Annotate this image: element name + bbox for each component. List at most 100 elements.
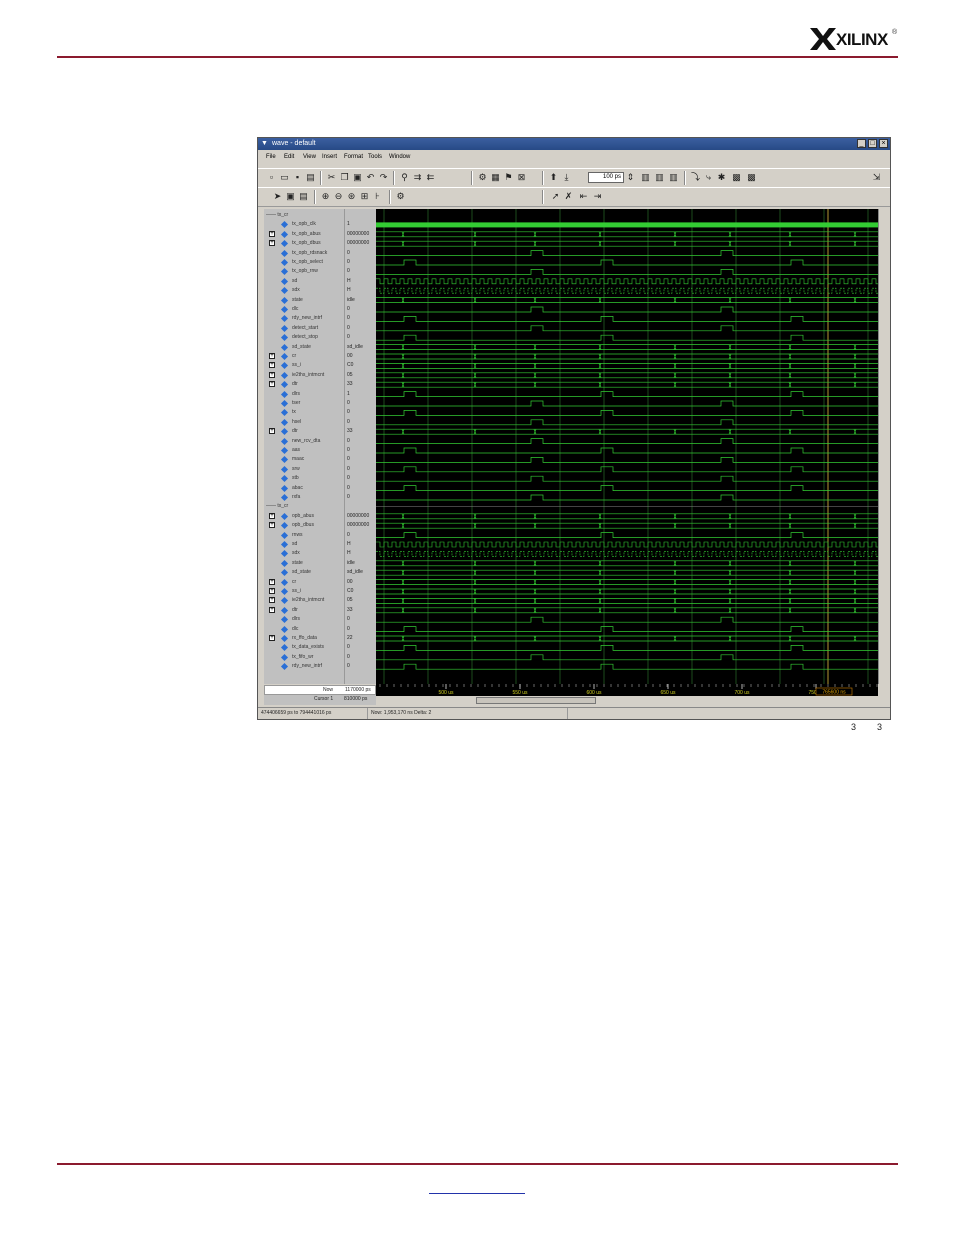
continue-icon[interactable]: ▥ bbox=[654, 172, 665, 183]
signal-row[interactable]: tx_opb_rnw bbox=[264, 267, 344, 276]
print-icon[interactable]: ▤ bbox=[305, 172, 316, 183]
find-prev-icon[interactable]: ⇇ bbox=[425, 172, 436, 183]
horizontal-scrollbar[interactable] bbox=[376, 696, 878, 706]
grid-icon[interactable]: ▦ bbox=[490, 172, 501, 183]
signal-row[interactable]: dlrs bbox=[264, 390, 344, 399]
signal-row[interactable]: rxfa bbox=[264, 493, 344, 502]
expand-icon[interactable]: + bbox=[269, 353, 275, 359]
signal-row[interactable]: + dtr bbox=[264, 606, 344, 615]
signal-row[interactable]: + tx_opb_dbus bbox=[264, 239, 344, 248]
step-icon[interactable]: ⤵ bbox=[690, 172, 701, 183]
signal-row[interactable]: aas bbox=[264, 446, 344, 455]
new-file-icon[interactable]: ▫ bbox=[266, 172, 277, 183]
signal-row[interactable]: sdx bbox=[264, 549, 344, 558]
find-next-icon[interactable]: ⇉ bbox=[412, 172, 423, 183]
signal-row[interactable]: + dtr bbox=[264, 380, 344, 389]
menu-file[interactable]: File bbox=[266, 151, 276, 163]
paste-icon[interactable]: ▣ bbox=[352, 172, 363, 183]
menu-format[interactable]: Format bbox=[344, 151, 363, 163]
signal-row[interactable]: + rx_ffo_data bbox=[264, 634, 344, 643]
profile-icon[interactable]: ▩ bbox=[731, 172, 742, 183]
dataflow-icon[interactable]: ⚙ bbox=[395, 191, 406, 202]
expand-icon[interactable]: + bbox=[269, 588, 275, 594]
signal-row[interactable]: sd bbox=[264, 540, 344, 549]
signal-row[interactable]: + ie2ths_intmcnt bbox=[264, 371, 344, 380]
signal-row[interactable]: sd_state bbox=[264, 343, 344, 352]
signal-row[interactable]: + ss_i bbox=[264, 361, 344, 370]
expand-icon[interactable]: + bbox=[269, 362, 275, 369]
run-all-icon[interactable]: ▥ bbox=[640, 172, 651, 183]
close-button[interactable]: × bbox=[879, 139, 888, 148]
signal-row[interactable]: + opb_dbus bbox=[264, 521, 344, 530]
menu-insert[interactable]: Insert bbox=[322, 151, 337, 163]
signal-row[interactable]: tx_opb_clk bbox=[264, 220, 344, 229]
signal-row[interactable]: + ie2ths_intmcnt bbox=[264, 596, 344, 605]
redo-icon[interactable]: ↷ bbox=[378, 172, 389, 183]
signal-row[interactable]: tx_opb_rdsnack bbox=[264, 249, 344, 258]
expand-icon[interactable]: + bbox=[269, 635, 275, 641]
signal-row[interactable]: srw bbox=[264, 465, 344, 474]
add-cursor-icon[interactable]: ➚ bbox=[550, 191, 561, 202]
signal-row[interactable]: sdx bbox=[264, 286, 344, 295]
run-icon[interactable]: ⤓ bbox=[561, 172, 572, 183]
minimize-button[interactable]: _ bbox=[857, 139, 866, 148]
signal-row[interactable]: + cr bbox=[264, 578, 344, 587]
signal-row[interactable]: abac bbox=[264, 484, 344, 493]
zoom-full-icon[interactable]: ⊛ bbox=[346, 191, 357, 202]
coverage-icon[interactable]: ▩ bbox=[746, 172, 757, 183]
step-over-icon[interactable]: ⤷ bbox=[703, 172, 714, 183]
undo-icon[interactable]: ↶ bbox=[365, 172, 376, 183]
menu-edit[interactable]: Edit bbox=[284, 151, 294, 163]
compile-icon[interactable]: ⚙ bbox=[477, 172, 488, 183]
window-menu-icon[interactable]: ▼ bbox=[261, 140, 268, 147]
signal-row[interactable]: tx bbox=[264, 408, 344, 417]
signal-row[interactable]: rdy_new_intrf bbox=[264, 662, 344, 671]
expand-icon[interactable]: + bbox=[269, 522, 275, 529]
signal-row[interactable]: detect_stop bbox=[264, 333, 344, 342]
signal-row[interactable]: sd_state bbox=[264, 568, 344, 577]
menu-window[interactable]: Window bbox=[389, 151, 410, 163]
signal-row[interactable]: hsel bbox=[264, 418, 344, 427]
run-length-input[interactable]: 100 ps bbox=[588, 172, 624, 183]
expand-icon[interactable]: + bbox=[269, 240, 275, 247]
expand-icon[interactable]: + bbox=[269, 230, 275, 237]
restart-icon[interactable]: ✱ bbox=[716, 172, 727, 183]
open-folder-icon[interactable]: ▭ bbox=[279, 172, 290, 183]
signal-row[interactable]: dlrs bbox=[264, 615, 344, 624]
copy-icon[interactable]: ❐ bbox=[339, 172, 350, 183]
break-icon[interactable]: ⊠ bbox=[516, 172, 527, 183]
expand-icon[interactable]: + bbox=[269, 606, 275, 613]
step-up-icon[interactable]: ⬆ bbox=[548, 172, 559, 183]
scroll-thumb[interactable] bbox=[476, 697, 596, 704]
signal-row[interactable]: detect_start bbox=[264, 324, 344, 333]
signal-row[interactable]: tx_fifo_wr bbox=[264, 653, 344, 662]
menu-view[interactable]: View bbox=[303, 151, 316, 163]
expand-icon[interactable]: + bbox=[269, 428, 275, 435]
save-icon[interactable]: ▪ bbox=[292, 172, 303, 183]
signal-row[interactable]: sd bbox=[264, 277, 344, 286]
signal-row[interactable]: + dtr bbox=[264, 427, 344, 436]
zoom-cursor-icon[interactable]: ⊞ bbox=[359, 191, 370, 202]
insert-cursor-icon[interactable]: ⊦ bbox=[372, 191, 383, 202]
signal-row[interactable]: tx_data_exists bbox=[264, 643, 344, 652]
maximize-button[interactable]: □ bbox=[868, 139, 877, 148]
expand-icon[interactable]: + bbox=[269, 578, 275, 585]
signal-row[interactable]: rnws bbox=[264, 531, 344, 540]
signal-row[interactable]: stb bbox=[264, 474, 344, 483]
footer-link[interactable] bbox=[429, 1180, 525, 1194]
signal-row[interactable]: + opb_abus bbox=[264, 512, 344, 521]
expand-icon[interactable]: + bbox=[269, 371, 275, 378]
select-pointer-icon[interactable]: ➤ bbox=[272, 191, 283, 202]
signal-row[interactable]: tx_opb_select bbox=[264, 258, 344, 267]
waveform-pane[interactable] bbox=[376, 209, 878, 684]
zoom-mode-icon[interactable]: ▣ bbox=[285, 191, 296, 202]
cut-icon[interactable]: ✂ bbox=[326, 172, 337, 183]
signal-row[interactable]: + tx_opb_abus bbox=[264, 230, 344, 239]
signal-row[interactable]: new_rcv_dta bbox=[264, 437, 344, 446]
signal-row[interactable]: + cr bbox=[264, 352, 344, 361]
group-header[interactable]: —— tx_cr bbox=[266, 502, 288, 511]
time-ruler[interactable]: 500 us550 us600 us650 us700 us750 us7656… bbox=[376, 684, 878, 696]
expand-icon[interactable]: + bbox=[269, 512, 275, 519]
signal-row[interactable]: dlc bbox=[264, 305, 344, 314]
expand-icon[interactable]: + bbox=[269, 381, 275, 388]
